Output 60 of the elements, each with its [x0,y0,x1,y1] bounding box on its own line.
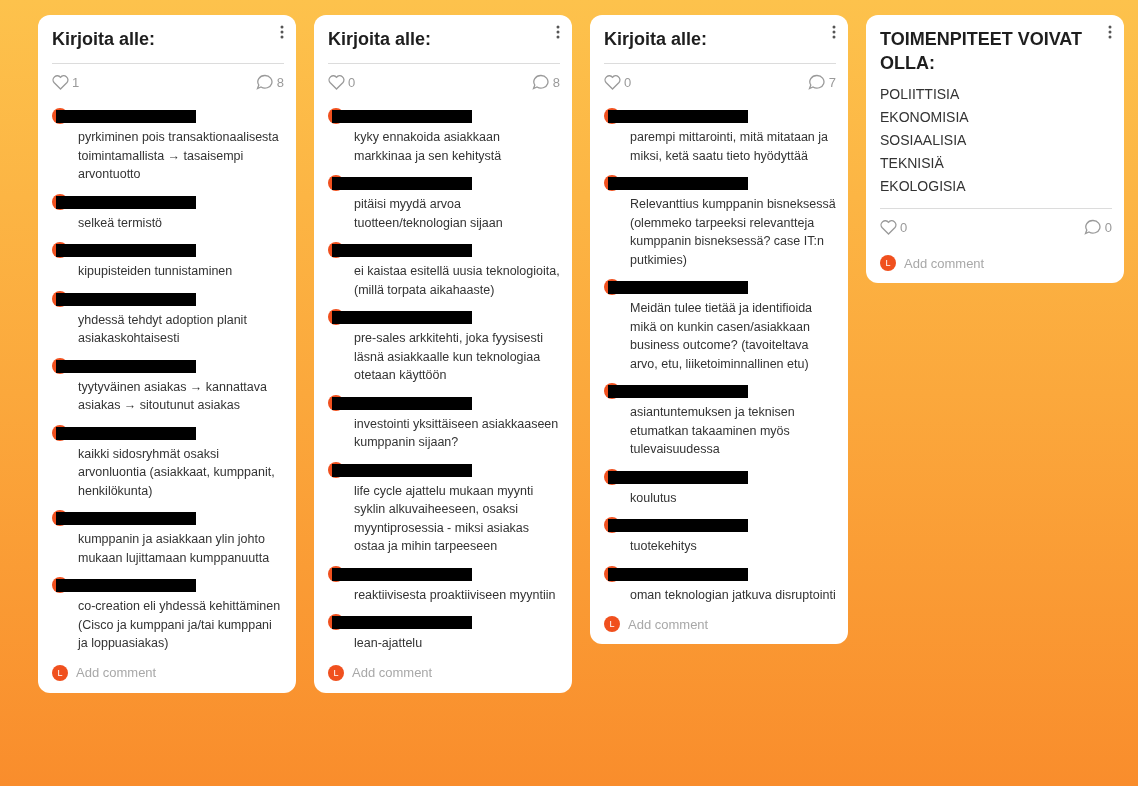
comment-icon[interactable] [531,74,550,90]
card-title: Kirjoita alle: [328,28,432,51]
comment-text: kipupisteiden tunnistaminen [78,263,234,280]
comment-text: life cycle ajattelu mukaan myynti syklin alkuvaiheeseen, osaksi myyntiprosessia - miksi asiakas ostaa ja mihin tarpeeseen [354,482,535,555]
card-title: Kirjoita alle: [604,28,708,51]
add-comment-field[interactable]: Add comment [352,665,433,680]
comment-icon[interactable] [255,74,274,90]
heart-icon[interactable] [880,219,897,235]
comment-count: 7 [828,74,836,90]
user-avatar: L [880,255,896,271]
comment-text: pre-sales arkkitehti, joka fyysisesti läsnä asiakkaalle kun teknologiaa otetaan käyttöön [354,330,544,384]
comment-text: investointi yksittäiseen asiakkaaseen kumppanin sijaan? [354,415,560,451]
comment-text: parempi mittarointi, mitä mitataan ja miksi, ketä saatu tieto hyödyttää [630,129,829,165]
comment-text: yhdessä tehdyt adoption planit asiakaskohtaisesti [78,311,248,347]
like-count: 0 [624,74,632,90]
comment-text: pitäisi myydä arvoa tuotteen/teknologian sijaan [354,196,504,232]
card-title: TOIMENPITEET VOIVAT OLLA: [880,28,1084,75]
add-comment-field[interactable]: Add comment [628,616,709,632]
like-count: 0 [900,219,908,235]
comment-count: 0 [1104,219,1112,235]
body-text: EKOLOGISIA [880,177,967,196]
body-text: POLIITTISIA [880,85,961,104]
comment-text: Meidän tulee tietää ja identifioida mikä on kunkin casen/asiakkaan business outcome? (tavoiteltava arvo, etu, liiketoiminnallinen etu) [630,300,814,373]
comment-text: kaikki sidosryhmät osaksi arvonluontia (asiakkaat, kumppanit, henkilökunta) [78,445,276,500]
comment-text: co-creation eli yhdessä kehittäminen (Cisco ja kumppani ja/tai kumppani ja loppuasiakas) [78,598,282,652]
comment-icon[interactable] [807,74,826,90]
comment-text: kumppanin ja asiakkaan ylin johto mukaan lujittamaan kumppanuutta [78,531,271,567]
heart-icon[interactable] [328,74,345,90]
comment-text: lean-ajattelu [354,635,424,652]
comment-text: koulutus [630,489,678,507]
more-icon[interactable] [832,25,836,39]
add-comment-field[interactable]: Add comment [76,665,157,680]
more-icon[interactable] [556,25,560,39]
comment-text: Relevanttius kumppanin bisneksessä (olemmeko tarpeeksi relevantteja kumppanin bisneksessä? case IT:n putkimies) [630,196,836,269]
add-comment-field[interactable]: Add comment [904,255,985,271]
heart-icon[interactable] [604,74,621,90]
comment-text: selkeä termistö [78,214,164,232]
comment-text: tuotekehitys [630,538,698,555]
body-text: TEKNISIÄ [880,154,945,173]
comment-count: 8 [276,74,284,90]
user-avatar: L [604,616,620,632]
comment-text: asiantuntemuksen ja teknisen etumatkan takaaminen myös tulevaisuudessa [630,404,796,458]
more-icon[interactable] [280,25,284,39]
comment-count: 8 [552,74,560,90]
user-avatar: L [52,664,68,681]
comment-text: pyrkiminen pois transaktionaalisesta toimintamallista → tasaisempi arvontuotto [78,129,280,183]
heart-icon[interactable] [52,74,69,90]
comment-text: reaktiivisesta proaktiiviseen myyntiin [354,586,557,604]
more-icon[interactable] [1108,25,1112,39]
comment-text: tyytyväinen asiakas → kannattava asiakas → sitoutunut asiakas [78,378,268,414]
comment-text: oman teknologian jatkuva disruptointi [630,586,836,604]
comment-text: kyky ennakoida asiakkaan markkinaa ja sen kehitystä [354,129,503,165]
like-count: 0 [348,74,356,90]
body-text: SOSIAALISIA [880,131,968,150]
comment-icon[interactable] [1083,219,1102,235]
user-avatar: L [328,664,344,681]
like-count: 1 [72,74,80,90]
card-title: Kirjoita alle: [52,28,156,51]
body-text: EKONOMISIA [880,108,970,127]
comment-text: ei kaistaa esitellä uusia teknologioita, (millä torpata aikahaaste) [354,263,560,299]
